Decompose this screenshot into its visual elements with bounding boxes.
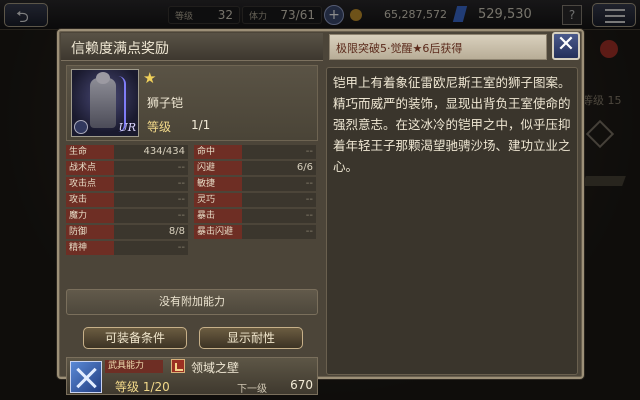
dialog-title: 信赖度满点奖励 xyxy=(71,41,169,57)
no-extra-ability-bar: 没有附加能力 xyxy=(66,289,318,315)
stat-value: 434/434 xyxy=(114,145,188,159)
emblem-icon xyxy=(74,120,88,134)
armor-icon xyxy=(90,72,116,128)
equip-conditions-button[interactable]: 可装备条件 xyxy=(83,327,187,349)
stat-row: 生命 434/434 xyxy=(66,145,190,159)
stat-label: 战术点 xyxy=(66,161,114,175)
stat-label: 敏捷 xyxy=(194,177,242,191)
item-header: UR ★ 狮子铠 等级 1/1 xyxy=(66,65,318,141)
stat-value: -- xyxy=(242,225,316,239)
stat-row: 魔力 -- xyxy=(66,209,190,223)
stat-row: 闪避 6/6 xyxy=(194,161,318,175)
close-button[interactable]: ✕ xyxy=(552,32,580,60)
next-level-label: 下一级 xyxy=(237,384,267,395)
next-level-value: 670 xyxy=(290,378,313,392)
stat-label: 魔力 xyxy=(66,209,114,223)
condition-text: 极限突破5·觉醒★6后获得 xyxy=(336,42,463,55)
item-level-label: 等级 xyxy=(147,120,172,134)
stat-row: 防御 8/8 xyxy=(66,225,190,239)
stat-row: 攻击点 -- xyxy=(66,177,190,191)
dialog-title-bar: 信赖度满点奖励 xyxy=(61,33,323,61)
stat-row: 精神 -- xyxy=(66,241,190,255)
stat-value: -- xyxy=(242,145,316,159)
stat-value: -- xyxy=(242,177,316,191)
item-portrait[interactable]: UR xyxy=(71,69,139,137)
stat-value: -- xyxy=(114,209,188,223)
stat-row: 灵巧 -- xyxy=(194,193,318,207)
item-description: 铠甲上有着象征雷欧尼斯王室的狮子图案。精巧而威严的装饰，显现出背负王室使命的强烈… xyxy=(326,67,578,375)
stat-label: 暴击 xyxy=(194,209,242,223)
weapon-ability-name: 领域之壁 xyxy=(191,361,240,375)
stat-label: 攻击 xyxy=(66,193,114,207)
stat-value: -- xyxy=(114,161,188,175)
stat-row: 战术点 -- xyxy=(66,161,190,175)
stat-label: 暴击闪避 xyxy=(194,225,242,239)
rarity-label: UR xyxy=(118,121,136,134)
weapon-ability-panel: 武具能力 领域之壁 等级 1/20 下一级 670 xyxy=(66,357,318,395)
stat-label: 攻击点 xyxy=(66,177,114,191)
stat-label: 灵巧 xyxy=(194,193,242,207)
stat-row: 暴击 -- xyxy=(194,209,318,223)
stat-label: 防御 xyxy=(66,225,114,239)
weapon-ability-label: 武具能力 xyxy=(105,360,163,373)
condition-banner: 极限突破5·觉醒★6后获得 xyxy=(329,34,547,60)
stat-label: 精神 xyxy=(66,241,114,255)
reward-dialog: 信赖度满点奖励 极限突破5·觉醒★6后获得 ✕ UR ★ 狮子铠 等级 1/1 … xyxy=(57,29,584,395)
stat-value: -- xyxy=(242,193,316,207)
stat-row: 暴击闪避 -- xyxy=(194,225,318,239)
weapon-ability-level: 等级 1/20 xyxy=(115,380,170,394)
crossed-swords-icon xyxy=(70,361,102,393)
stat-value: 6/6 xyxy=(242,161,316,175)
stat-row: 攻击 -- xyxy=(66,193,190,207)
show-resistance-button[interactable]: 显示耐性 xyxy=(199,327,303,349)
stat-label: 生命 xyxy=(66,145,114,159)
item-panel: UR ★ 狮子铠 等级 1/1 生命 434/434 命中 -- 战术点 -- 闪避 6… xyxy=(66,65,318,395)
stat-value: -- xyxy=(114,177,188,191)
stat-row: 敏捷 -- xyxy=(194,177,318,191)
stat-value: -- xyxy=(114,241,188,255)
stat-label: 命中 xyxy=(194,145,242,159)
stat-label: 闪避 xyxy=(194,161,242,175)
stat-row: 命中 -- xyxy=(194,145,318,159)
item-name: 狮子铠 xyxy=(147,96,184,110)
stat-value: -- xyxy=(242,209,316,223)
stat-value: -- xyxy=(114,193,188,207)
star-icon: ★ xyxy=(143,69,157,87)
stat-value: 8/8 xyxy=(114,225,188,239)
item-level-value: 1/1 xyxy=(191,118,211,132)
ability-type-icon xyxy=(171,359,185,373)
